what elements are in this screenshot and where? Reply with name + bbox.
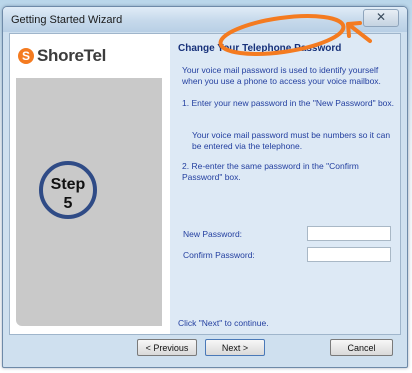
instruction-step-1: 1. Enter your new password in the "New P… [182, 98, 395, 108]
confirm-password-label: Confirm Password: [183, 250, 255, 260]
new-password-field[interactable] [307, 226, 391, 241]
left-pane: S ShoreTel Step 5 [10, 34, 170, 334]
password-rule-text: Your voice mail password must be numbers… [192, 130, 391, 151]
close-icon: ✕ [375, 10, 387, 24]
annotation-arrow-icon [346, 21, 372, 43]
new-password-label: New Password: [183, 229, 243, 239]
shoretel-logo: S ShoreTel [18, 46, 106, 66]
previous-button[interactable]: < Previous [137, 339, 197, 356]
cancel-button[interactable]: Cancel [330, 339, 393, 356]
confirm-password-field[interactable] [307, 247, 391, 262]
annotation-ellipse [218, 14, 346, 56]
step-panel: Step 5 [16, 78, 162, 326]
wizard-window: Getting Started Wizard ✕ S ShoreTel Step… [2, 6, 408, 368]
wizard-body: S ShoreTel Step 5 Change Your Telephone … [9, 33, 401, 335]
step-number: 5 [63, 195, 73, 212]
annotation-highlight [218, 14, 372, 56]
footer-instruction: Click "Next" to continue. [178, 318, 269, 328]
logo-mark-icon: S [18, 48, 34, 64]
intro-text: Your voice mail password is used to iden… [182, 65, 381, 86]
logo-text: ShoreTel [37, 46, 107, 65]
button-bar: < Previous Next > Cancel [9, 335, 399, 365]
next-button[interactable]: Next > [205, 339, 265, 356]
content-pane: Change Your Telephone Password Your voic… [170, 34, 400, 334]
instruction-step-2: 2. Re-enter the same password in the "Co… [182, 161, 359, 182]
step-indicator: Step 5 [39, 161, 97, 219]
window-title: Getting Started Wizard [11, 14, 123, 26]
step-label: Step [50, 176, 86, 193]
